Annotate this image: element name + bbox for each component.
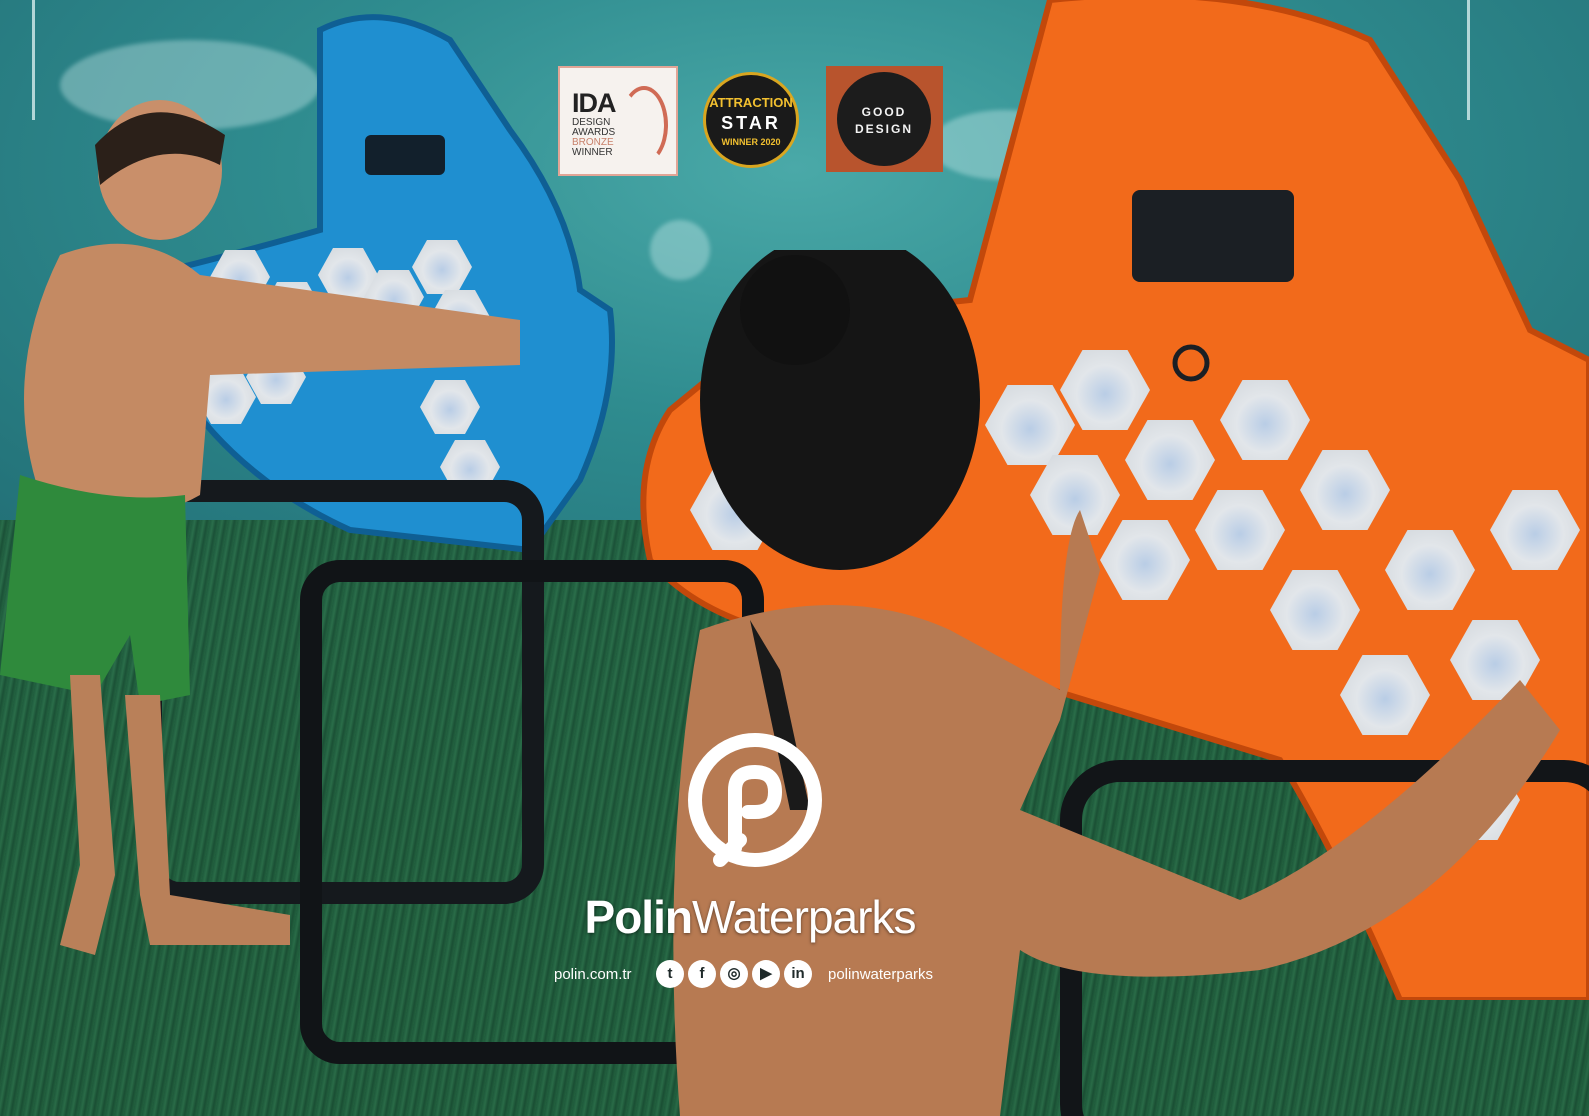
- brand-name: PolinWaterparks: [584, 891, 917, 943]
- twitter-icon[interactable]: t: [656, 960, 684, 988]
- facebook-icon[interactable]: f: [688, 960, 716, 988]
- linkedin-icon[interactable]: in: [784, 960, 812, 988]
- website-link[interactable]: polin.com.tr: [554, 966, 632, 983]
- boy-playing: [0, 100, 520, 955]
- attraction-star-line3: WINNER 2020: [721, 137, 781, 147]
- ida-award-caption: DESIGN AWARDS BRONZE WINNER: [572, 117, 616, 158]
- good-design-text: GOOD DESIGN: [854, 105, 913, 136]
- ida-award-title: IDA: [572, 88, 616, 118]
- advertisement-scene: IDA DESIGN AWARDS BRONZE WINNER ATTRACTI…: [0, 0, 1589, 1116]
- instagram-icon[interactable]: ◎: [720, 960, 748, 988]
- polin-logo-icon: [688, 733, 822, 867]
- ida-arc-icon: [620, 86, 668, 164]
- good-design-circle: GOOD DESIGN: [837, 72, 931, 166]
- youtube-icon[interactable]: ▶: [752, 960, 780, 988]
- award-badges: IDA DESIGN AWARDS BRONZE WINNER ATTRACTI…: [558, 66, 943, 176]
- attraction-star-award-badge: ATTRACTION STAR WINNER 2020: [693, 66, 799, 172]
- attraction-star-line1: ATTRACTION: [709, 95, 793, 110]
- social-handle: polinwaterparks: [828, 966, 934, 983]
- good-design-award-badge: GOOD DESIGN: [826, 66, 943, 172]
- contact-row: polin.com.tr t f ◎ ▶ in polinwaterparks: [540, 958, 960, 992]
- star-emblem-icon: ATTRACTION STAR WINNER 2020: [703, 72, 799, 168]
- attraction-star-line2: STAR: [721, 113, 781, 133]
- polin-brand-block: PolinWaterparks polin.com.tr t f ◎ ▶ in …: [540, 730, 960, 1000]
- ida-design-award-badge: IDA DESIGN AWARDS BRONZE WINNER: [558, 66, 678, 176]
